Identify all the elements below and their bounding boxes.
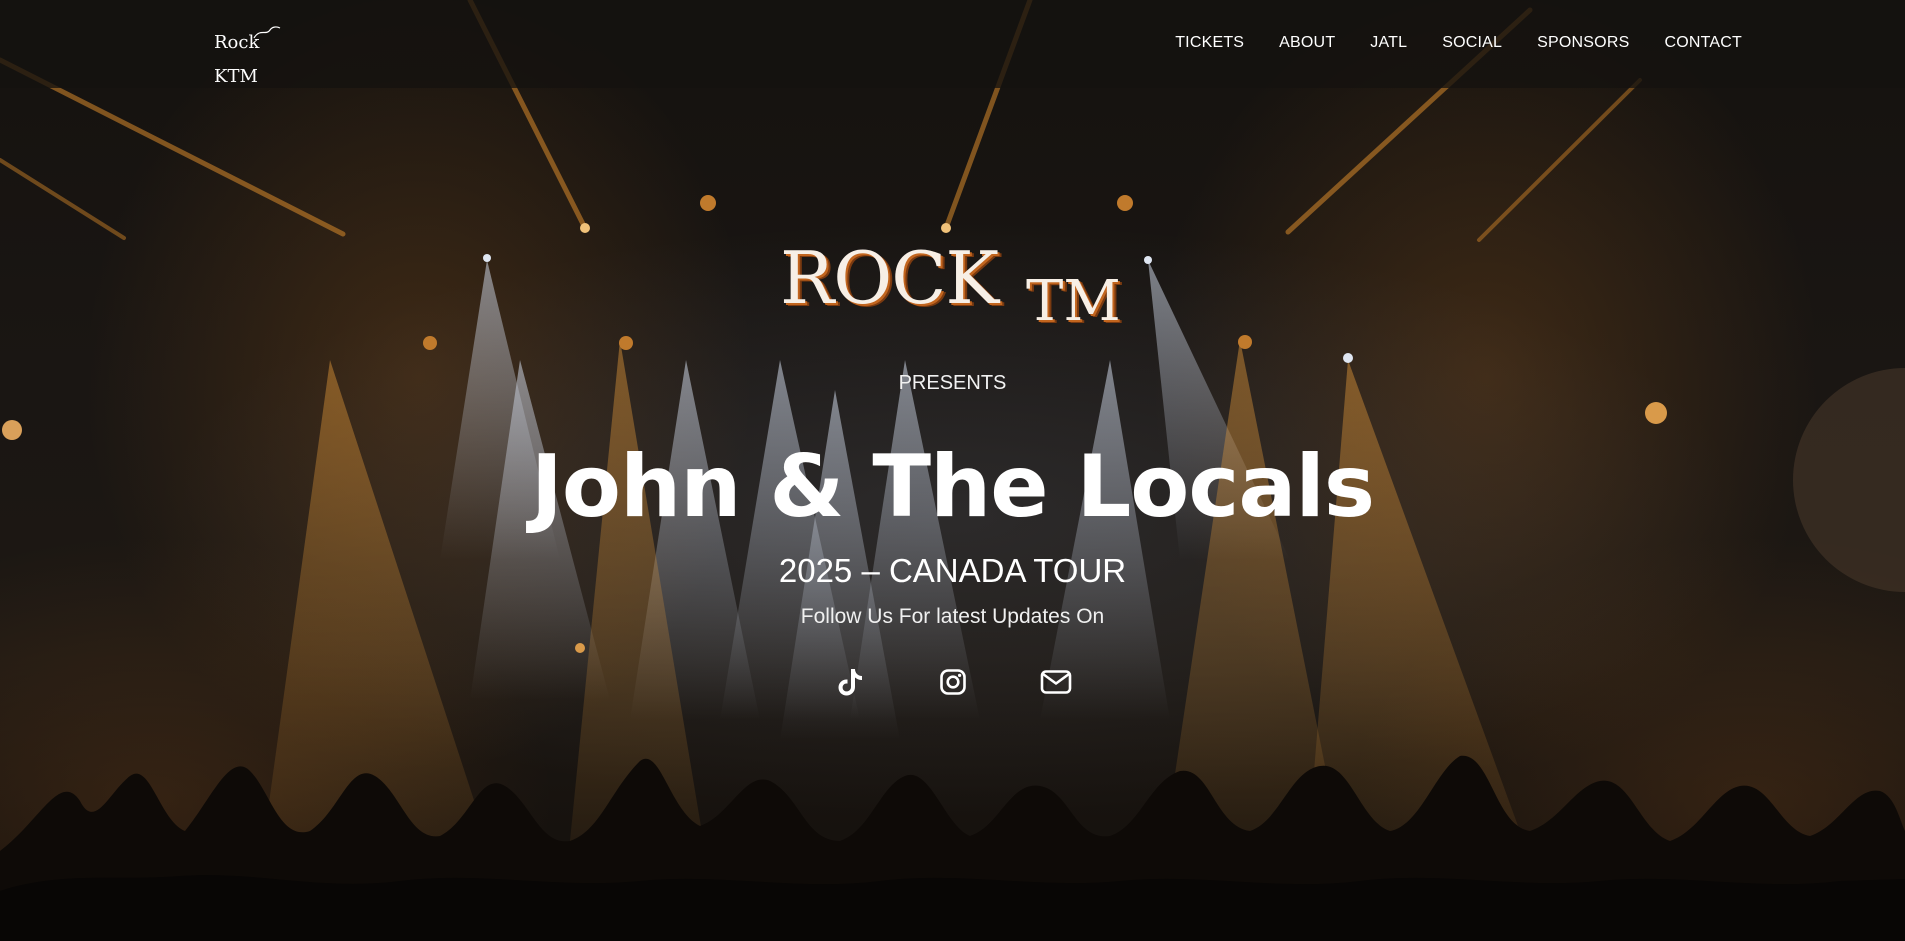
presents-label: PRESENTS [898, 372, 1007, 394]
follow-us-text: Follow Us For latest Updates On [800, 605, 1105, 628]
hero-section: ROCK TM PRESENTS John & The Locals 2025 … [0, 0, 1905, 941]
landing-page: Rock KTM TICKETS ABOUT JATL SOCIAL SPONS… [0, 0, 1905, 941]
rock-tm-logo: ROCK TM [780, 232, 1130, 334]
band-name-headline: John & The Locals [530, 437, 1375, 537]
brand-logo-sub: TM [1026, 269, 1121, 334]
tour-title: 2025 – CANADA TOUR [778, 552, 1127, 589]
tiktok-icon [838, 669, 862, 696]
mail-icon [1040, 670, 1072, 694]
social-links [830, 662, 1076, 702]
instagram-icon [940, 669, 966, 695]
tiktok-link[interactable] [830, 662, 870, 702]
brand-logo-main: ROCK [780, 236, 999, 320]
instagram-link[interactable] [933, 662, 973, 702]
email-link[interactable] [1036, 662, 1076, 702]
